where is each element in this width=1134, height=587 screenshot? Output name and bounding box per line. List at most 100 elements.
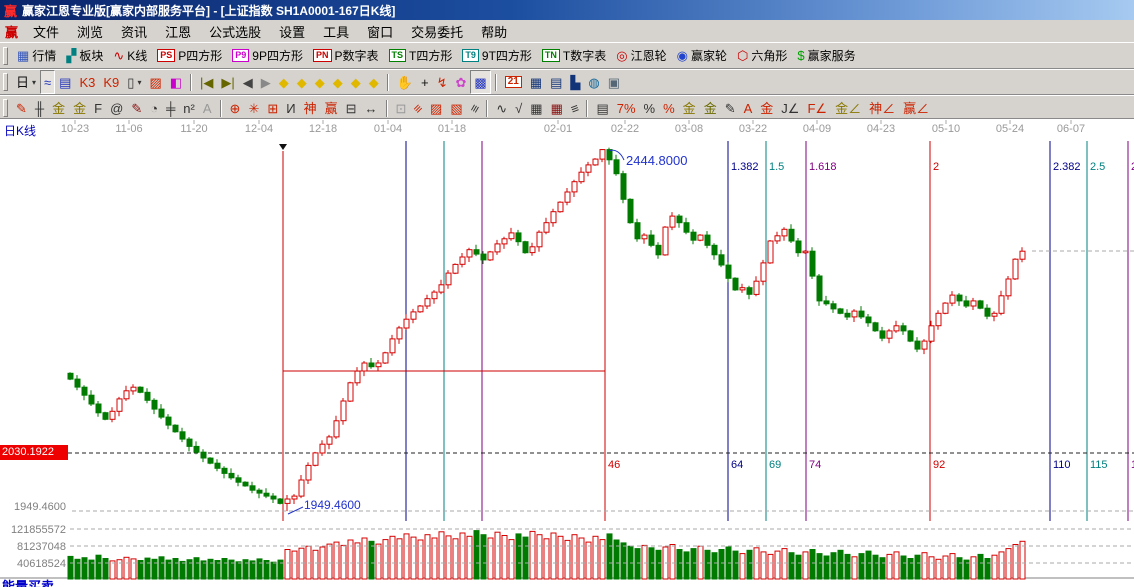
draw-brush-button[interactable]: ✎ (12, 96, 31, 120)
gold-lines-button[interactable]: 金 (700, 96, 721, 120)
9t-square-button[interactable]: T99T四方形 (457, 44, 537, 68)
f-angle-button[interactable]: F∠ (803, 96, 831, 120)
9p-square-button[interactable]: P99P四方形 (227, 44, 308, 68)
shape-pink-button[interactable]: ✿ (451, 70, 470, 94)
compress-h-button[interactable]: ◆ (329, 70, 347, 94)
menu-item-江恩[interactable]: 江恩 (156, 20, 200, 43)
gann-grid-module-button[interactable]: ▩ (470, 70, 490, 94)
t-number-button[interactable]: TNT数字表 (537, 44, 611, 68)
next-screen-button[interactable]: ▶ (257, 70, 275, 94)
last-screen-button[interactable]: ▶| (217, 70, 238, 94)
compress-v-button[interactable]: ◆ (365, 70, 383, 94)
menu-item-资讯[interactable]: 资讯 (112, 20, 156, 43)
zigzag-button[interactable]: ∿ (492, 96, 511, 120)
hexagon-button[interactable]: ⬡六角形 (732, 44, 792, 68)
k9-compress-button[interactable]: K9 (99, 70, 123, 94)
toolbar-grip[interactable] (3, 47, 8, 65)
menu-item-交易委托[interactable]: 交易委托 (402, 20, 472, 43)
sectors-button[interactable]: ▞板块 (61, 44, 108, 68)
overlay-wave-button[interactable]: ≈ (40, 70, 55, 94)
wave-check-button[interactable]: √ (511, 96, 526, 120)
zoom-left-button[interactable]: ◆ (275, 70, 293, 94)
width-arrows-button[interactable]: ↔ (361, 96, 382, 120)
period-day-button[interactable]: 日▾ (12, 70, 40, 94)
hand-tool-button[interactable]: ✋ (393, 70, 417, 94)
p-number-button[interactable]: PNP数字表 (308, 44, 384, 68)
n2-grid-button[interactable]: n² (179, 96, 199, 120)
gann-fan-button[interactable]: ≡ (410, 96, 426, 120)
kline-chart[interactable]: 10-2311-0611-2012-0412-1801-0401-1802-01… (0, 119, 1134, 587)
percent-button[interactable]: % (640, 96, 660, 120)
calculator-button[interactable]: ▦ (526, 70, 546, 94)
hash-lines-button[interactable]: ╪ (162, 96, 179, 120)
menu-item-设置[interactable]: 设置 (270, 20, 314, 43)
shen-angle-button[interactable]: 神∠ (865, 96, 899, 120)
f-grid-button[interactable]: F (90, 96, 106, 120)
menu-item-公式选股[interactable]: 公式选股 (200, 20, 270, 43)
toolbar-grip[interactable] (3, 73, 8, 91)
ying-angle-button[interactable]: 赢∠ (899, 96, 933, 120)
menu-item-浏览[interactable]: 浏览 (68, 20, 112, 43)
menu-item-工具[interactable]: 工具 (314, 20, 358, 43)
fan-box-1-button[interactable]: ▨ (426, 96, 446, 120)
box-frame-button[interactable]: ⊡ (392, 96, 411, 120)
star-burst-button[interactable]: ✳ (244, 96, 263, 120)
a-wave-button[interactable]: A (740, 96, 757, 120)
gold-circle-button[interactable]: 金 (679, 96, 700, 120)
percent-lines-button[interactable]: % (659, 96, 679, 120)
gold-red-button[interactable]: 金 (756, 96, 777, 120)
gann-wheel-button[interactable]: ◎江恩轮 (611, 44, 671, 68)
gold-grid-1-button[interactable]: 金 (48, 96, 69, 120)
gold-angle-button[interactable]: 金∠ (831, 96, 865, 120)
toolbar-grip[interactable] (3, 99, 8, 117)
circle-cross-button[interactable]: ⊕ (226, 96, 245, 120)
red-marker-button[interactable]: ✎ (127, 96, 146, 120)
quotes-button[interactable]: ▦行情 (12, 44, 61, 68)
spiral-button[interactable]: @ (106, 96, 127, 120)
chart-area[interactable]: 10-2311-0611-2012-0412-1801-0401-1802-01… (0, 118, 1134, 587)
a-guides-button[interactable]: A (199, 96, 216, 120)
info-panel-button[interactable]: ▤ (55, 70, 75, 94)
gold-grid-2-button[interactable]: 金 (69, 96, 90, 120)
winner-service-button[interactable]: $赢家服务 (792, 44, 860, 68)
kline-button[interactable]: ∿K线 (108, 44, 152, 68)
pointer-curve-button[interactable]: ↯ (433, 70, 452, 94)
box-star-button[interactable]: ⊞ (263, 96, 282, 120)
time-dial-button[interactable]: ◔ (146, 96, 162, 120)
save-web-button[interactable]: ◍ (584, 70, 603, 94)
p-square-button[interactable]: PSP四方形 (152, 44, 227, 68)
menu-item-文件[interactable]: 文件 (24, 20, 68, 43)
winner-wheel-button[interactable]: ◉赢家轮 (672, 44, 732, 68)
angle-set-button[interactable]: ≡ (467, 96, 483, 120)
candle-style-button[interactable]: ▯▾ (123, 70, 145, 94)
pattern-grid-button[interactable]: ▨ (145, 70, 165, 94)
notes-button[interactable]: ▤ (546, 70, 566, 94)
grid-lines-button[interactable]: ╫ (31, 96, 48, 120)
zoom-right-button[interactable]: ◆ (293, 70, 311, 94)
parallel-button[interactable]: ≡ (567, 96, 583, 120)
first-screen-button[interactable]: |◀ (196, 70, 217, 94)
candle-marker-button[interactable]: ✎ (721, 96, 740, 120)
expand-h-button[interactable]: ◆ (311, 70, 329, 94)
calendar-button[interactable]: 21 (501, 70, 526, 94)
grid-box-1-button[interactable]: ▦ (526, 96, 546, 120)
color-bars-button[interactable]: ◧ (166, 70, 186, 94)
crosshair-tool-button[interactable]: + (417, 70, 433, 94)
expand-v-button[interactable]: ◆ (347, 70, 365, 94)
ying-grid-button[interactable]: 赢 (321, 96, 342, 120)
shen-grid-button[interactable]: 神 (300, 96, 321, 120)
price-table-button[interactable]: ▤ (592, 96, 612, 120)
t-square-button[interactable]: TST四方形 (384, 44, 458, 68)
number-box-button[interactable]: ⊟ (342, 96, 361, 120)
percent-zone-button[interactable]: 7% (613, 96, 640, 120)
menu-item-窗口[interactable]: 窗口 (358, 20, 402, 43)
k3-compress-button[interactable]: K3 (75, 70, 99, 94)
grid-box-2-button[interactable]: ▦ (547, 96, 567, 120)
prev-screen-button[interactable]: ◀ (239, 70, 257, 94)
j-angle-button[interactable]: J∠ (777, 96, 803, 120)
n-mark-button[interactable]: И (282, 96, 299, 120)
print-net-button[interactable]: ▣ (604, 70, 624, 94)
fan-box-2-button[interactable]: ▧ (446, 96, 466, 120)
menu-item-帮助[interactable]: 帮助 (472, 20, 516, 43)
save-button[interactable]: ▙ (566, 70, 584, 94)
